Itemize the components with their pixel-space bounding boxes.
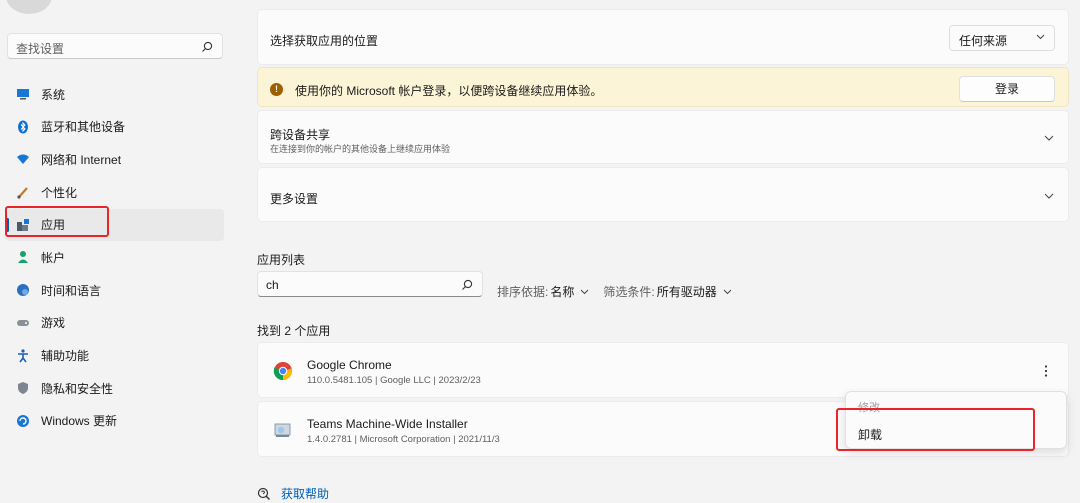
sidebar-item-system[interactable]: 系统 [6,78,224,110]
brush-icon [16,185,30,199]
sidebar-item-accessibility[interactable]: 辅助功能 [6,340,224,372]
search-icon [202,41,213,52]
sidebar-nav: 系统 蓝牙和其他设备 网络和 Internet 个性化 应用 帐户 时间和语言 … [6,78,224,438]
install-source-dropdown[interactable]: 任何来源 [949,25,1055,51]
update-icon [16,414,30,428]
accessibility-icon [16,348,30,363]
wifi-icon [16,152,30,166]
sidebar-item-time-language[interactable]: 时间和语言 [6,274,224,306]
more-options-icon[interactable] [1040,364,1052,378]
system-icon [16,87,30,101]
app-name: Google Chrome [307,358,392,372]
sidebar-item-accounts[interactable]: 帐户 [6,241,224,273]
signin-banner-text: 使用你的 Microsoft 帐户登录，以便跨设备继续应用体验。 [295,84,603,98]
chrome-icon [273,362,293,381]
sidebar-item-bluetooth[interactable]: 蓝牙和其他设备 [6,111,224,143]
sidebar-item-label: 时间和语言 [41,283,102,298]
cross-device-sharing-subtitle: 在连接到你的帐户的其他设备上继续应用体验 [270,144,451,154]
more-settings-title: 更多设置 [270,192,319,206]
installer-icon [274,423,291,437]
warning-icon: ! [270,83,283,96]
install-source-label: 选择获取应用的位置 [270,34,379,48]
sidebar-item-label: 个性化 [41,185,78,200]
app-list-title: 应用列表 [257,253,306,267]
cross-device-sharing-title: 跨设备共享 [270,128,331,142]
settings-search-input[interactable]: 查找设置 [7,33,223,59]
sidebar-item-label: 系统 [41,87,66,102]
sort-value: 名称 [550,285,575,299]
sidebar-item-label: Windows 更新 [41,414,118,429]
sidebar-item-network[interactable]: 网络和 Internet [6,143,224,175]
highlight-box-uninstall [836,408,1035,451]
app-row-google-chrome[interactable]: Google Chrome 110.0.5481.105 | Google LL… [257,342,1069,398]
cross-device-sharing-card[interactable]: 跨设备共享 在连接到你的帐户的其他设备上继续应用体验 [257,110,1069,164]
globe-clock-icon [16,283,30,297]
sidebar-item-windows-update[interactable]: Windows 更新 [6,405,224,437]
app-name: Teams Machine-Wide Installer [307,417,468,431]
filter-dropdown[interactable]: 筛选条件: 所有驱动器 [603,283,732,300]
sidebar-item-gaming[interactable]: 游戏 [6,307,224,339]
chevron-down-icon[interactable] [1044,193,1054,199]
search-icon [462,279,473,290]
sidebar-item-personalization[interactable]: 个性化 [6,176,224,208]
sidebar-item-label: 隐私和安全性 [41,381,114,396]
sidebar: 查找设置 系统 蓝牙和其他设备 网络和 Internet 个性化 应用 帐户 时… [0,0,236,503]
signin-banner: ! 使用你的 Microsoft 帐户登录，以便跨设备继续应用体验。 登录 [257,67,1069,107]
shield-icon [16,381,30,395]
sort-dropdown[interactable]: 排序依据: 名称 [497,283,589,300]
app-meta: 110.0.5481.105 | Google LLC | 2023/2/23 [307,375,481,386]
chevron-down-icon [581,289,589,294]
gamepad-icon [16,316,30,330]
filter-value: 所有驱动器 [656,285,717,299]
app-search-value: ch [266,278,279,292]
sidebar-item-label: 游戏 [41,316,66,331]
more-settings-card[interactable]: 更多设置 [257,167,1069,222]
filter-label: 筛选条件: [603,285,655,299]
highlight-box-apps [5,206,109,237]
install-source-value: 任何来源 [959,34,1008,48]
chevron-down-icon[interactable] [1044,135,1054,141]
search-placeholder: 查找设置 [16,42,65,56]
help-icon [257,487,270,500]
app-meta: 1.4.0.2781 | Microsoft Corporation | 202… [307,434,500,445]
sidebar-item-label: 辅助功能 [41,349,90,363]
install-source-card: 选择获取应用的位置 任何来源 [257,9,1069,65]
app-search-input[interactable]: ch [257,271,483,297]
sort-label: 排序依据: [497,285,549,299]
sidebar-item-label: 蓝牙和其他设备 [41,120,126,135]
chevron-down-icon [1036,34,1045,40]
sidebar-item-label: 帐户 [41,250,66,265]
get-help-link[interactable]: 获取帮助 [257,485,329,502]
sidebar-item-label: 网络和 Internet [41,152,122,167]
chevron-down-icon [723,289,732,294]
avatar[interactable] [6,0,52,14]
sort-filter-bar: 排序依据: 名称 筛选条件: 所有驱动器 [497,283,732,300]
bluetooth-icon [16,120,30,134]
signin-button[interactable]: 登录 [959,76,1055,102]
get-help-label: 获取帮助 [281,487,330,501]
sidebar-item-privacy[interactable]: 隐私和安全性 [6,372,224,404]
person-icon [16,250,30,264]
found-count: 找到 2 个应用 [257,324,331,338]
